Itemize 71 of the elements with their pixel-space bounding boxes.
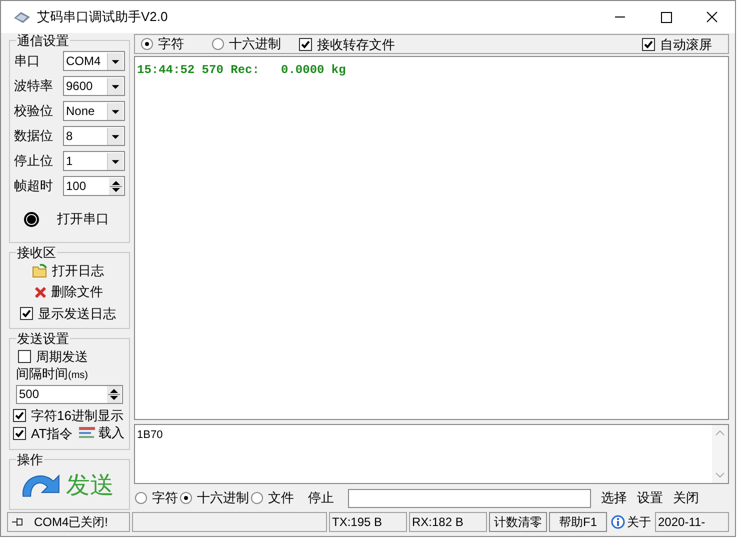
dropdown[interactable]: COM4 bbox=[63, 51, 125, 71]
radio-label[interactable]: 十六进制 bbox=[229, 34, 281, 54]
group-title: 操作 bbox=[16, 452, 44, 467]
dropdown[interactable]: 9600 bbox=[63, 76, 125, 96]
scrollbar[interactable] bbox=[712, 425, 728, 484]
about-button[interactable]: 关于 bbox=[609, 512, 653, 532]
group-title: 接收区 bbox=[16, 245, 57, 260]
receive-text: 15:44:52 570 Rec: 0.0000 kg bbox=[137, 62, 346, 79]
field-label: 数据位 bbox=[14, 128, 54, 144]
radio-label[interactable]: 字符 bbox=[152, 488, 178, 508]
check-mark-icon bbox=[22, 309, 31, 318]
info-icon bbox=[611, 515, 625, 529]
field-label: 停止位 bbox=[14, 153, 54, 169]
field-label: 校验位 bbox=[14, 103, 54, 119]
checkbox-label[interactable]: 自动滚屏 bbox=[660, 36, 712, 52]
checkbox[interactable] bbox=[13, 408, 26, 422]
checkbox-label[interactable]: 周期发送 bbox=[36, 348, 88, 365]
radio-button[interactable] bbox=[251, 492, 263, 504]
dropdown[interactable]: 8 bbox=[63, 126, 125, 146]
interval-label: 间隔时间(ms) bbox=[16, 366, 89, 383]
field-label: 帧超时 bbox=[14, 178, 54, 194]
check-mark-icon bbox=[644, 40, 653, 48]
toolbar-button[interactable]: 选择 bbox=[601, 488, 627, 508]
checkbox-label[interactable]: 字符16进制显示 bbox=[31, 406, 124, 424]
radio-button[interactable] bbox=[212, 38, 224, 50]
field-label: 波特率 bbox=[14, 78, 54, 94]
checkbox[interactable] bbox=[18, 350, 31, 363]
rx-count: RX:182 B bbox=[409, 512, 487, 532]
stop-label: 停止 bbox=[308, 489, 334, 508]
receive-area[interactable]: 15:44:52 570 Rec: 0.0000 kg bbox=[134, 56, 729, 420]
status-port: COM4已关闭! bbox=[7, 512, 130, 532]
help-button[interactable]: 帮助F1 bbox=[549, 512, 607, 532]
app-icon bbox=[13, 10, 31, 24]
clear-count-button[interactable]: 计数清零 bbox=[489, 512, 547, 532]
checkbox-label[interactable]: AT指令 bbox=[31, 424, 73, 442]
pin-icon bbox=[12, 517, 24, 527]
spin-field[interactable]: 500 bbox=[16, 384, 123, 404]
toolbar-button[interactable]: 关闭 bbox=[673, 488, 699, 508]
window-title: 艾码串口调试助手V2.0 bbox=[37, 8, 168, 26]
dropdown[interactable]: 1 bbox=[63, 151, 125, 171]
radio-label[interactable]: 字符 bbox=[158, 34, 184, 54]
radio-label[interactable]: 文件 bbox=[268, 488, 294, 508]
open-log-button[interactable]: 打开日志 bbox=[10, 263, 129, 280]
open-port-button[interactable]: 打开串口 bbox=[14, 211, 129, 227]
delete-icon bbox=[34, 286, 47, 299]
status-date: 2020-11- bbox=[655, 512, 729, 532]
radio-label[interactable]: 十六进制 bbox=[197, 488, 249, 508]
spin-arrows-icon[interactable] bbox=[107, 386, 121, 403]
checkbox[interactable] bbox=[20, 307, 33, 320]
checkbox[interactable] bbox=[299, 38, 312, 50]
spin-arrows-icon[interactable] bbox=[109, 178, 123, 194]
radio-button[interactable] bbox=[180, 492, 192, 504]
field-label: 串口 bbox=[14, 53, 41, 69]
folder-icon bbox=[32, 264, 48, 278]
group-title: 发送设置 bbox=[16, 330, 70, 346]
toolbar-button[interactable]: 设置 bbox=[637, 488, 663, 508]
list-icon bbox=[78, 426, 95, 440]
group-title: 通信设置 bbox=[16, 33, 70, 48]
load-button[interactable]: 载入 bbox=[78, 425, 125, 442]
checkbox[interactable] bbox=[13, 426, 26, 440]
radio-button[interactable] bbox=[135, 492, 147, 504]
check-mark-icon bbox=[301, 40, 310, 48]
delete-file-button[interactable]: 删除文件 bbox=[10, 284, 129, 300]
checkbox[interactable] bbox=[642, 38, 655, 50]
radio-button[interactable] bbox=[141, 38, 153, 50]
spin-field[interactable]: 100 bbox=[63, 176, 125, 196]
checkbox-label[interactable]: 接收转存文件 bbox=[317, 36, 395, 52]
tx-count: TX:195 B bbox=[329, 512, 407, 532]
checkbox-label[interactable]: 显示发送日志 bbox=[38, 305, 116, 322]
file-path-field[interactable] bbox=[348, 488, 591, 508]
dropdown[interactable]: None bbox=[63, 101, 125, 121]
